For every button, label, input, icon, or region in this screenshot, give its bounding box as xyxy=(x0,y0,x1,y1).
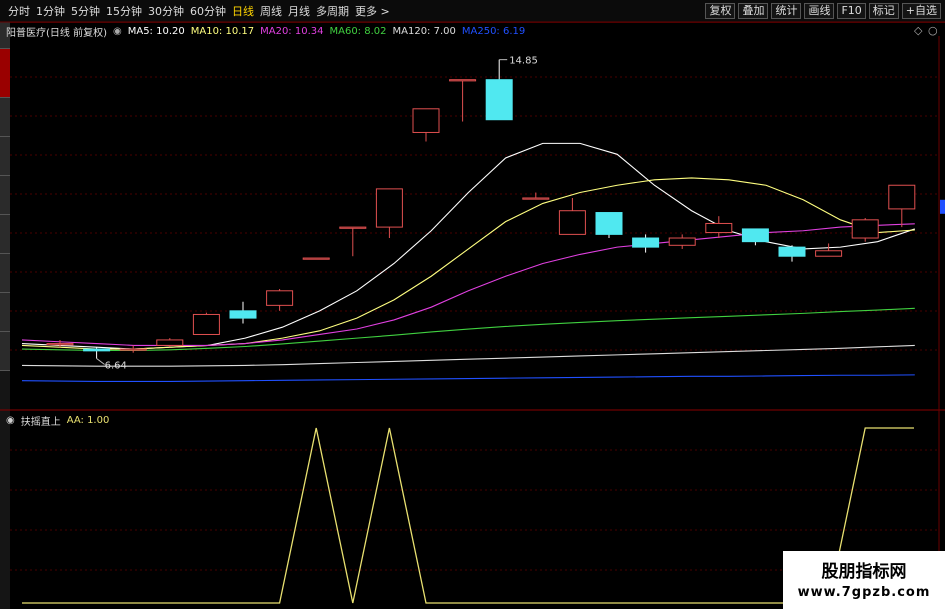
stock-title: 阳普医疗(日线 前复权) xyxy=(6,28,107,39)
circle-icon[interactable]: ○ xyxy=(928,24,938,37)
candle-body xyxy=(558,210,586,235)
candle-body xyxy=(339,226,367,229)
watermark: 股朋指标网 www.7gpzb.com xyxy=(783,551,945,609)
settings-icon[interactable]: ◉ xyxy=(6,415,15,426)
candle-body xyxy=(888,184,916,210)
low-label: 6.64 xyxy=(105,361,127,372)
watermark-url: www.7gpzb.com xyxy=(797,585,931,600)
candle-body xyxy=(156,339,184,346)
candle-body xyxy=(815,250,843,257)
ma-line-ma60 xyxy=(21,307,915,352)
ma-label: MA20: 10.34 xyxy=(260,26,324,37)
ma-line-ma250 xyxy=(21,374,915,382)
ma-label: MA10: 10.17 xyxy=(190,26,255,37)
candle-body xyxy=(192,313,220,335)
ma-line-ma10 xyxy=(21,177,915,350)
candle-body xyxy=(705,222,733,234)
indicator-panel-info: ◉ 扶摇直上 AA: 1.00 xyxy=(6,413,109,428)
candle-body xyxy=(266,290,294,306)
candle-body xyxy=(302,257,330,260)
ma-label: MA120: 7.00 xyxy=(392,26,456,37)
ma-line-ma120 xyxy=(21,344,915,367)
price-tag xyxy=(940,199,945,214)
candle-body xyxy=(119,348,147,351)
candle-body xyxy=(632,237,660,248)
indicator-aa-line xyxy=(22,427,914,604)
low-marker xyxy=(96,358,105,365)
ma-label: MA60: 8.02 xyxy=(329,26,387,37)
kline-chart[interactable]: 14.85 6.64 xyxy=(0,0,945,609)
candle-body xyxy=(485,79,513,121)
candle-body xyxy=(595,212,623,235)
price-panel-info: 阳普医疗(日线 前复权) ◉ MA5: 10.20 MA10: 10.17 MA20… xyxy=(6,24,525,39)
ma-line-ma5 xyxy=(21,142,915,350)
diamond-icon[interactable]: ◇ xyxy=(914,24,922,37)
indicator-value: AA: 1.00 xyxy=(66,415,110,426)
candle-body xyxy=(46,343,74,346)
candle-body xyxy=(83,348,111,352)
ma-label: MA250: 6.19 xyxy=(461,26,526,37)
settings-icon[interactable]: ◉ xyxy=(113,26,122,37)
candle-body xyxy=(668,237,696,246)
candle-body xyxy=(778,246,806,257)
candle-body xyxy=(375,188,403,228)
candle-body xyxy=(851,219,879,239)
high-label: 14.85 xyxy=(509,56,538,67)
candle-body xyxy=(229,310,257,319)
candle-body xyxy=(412,108,440,133)
ma-legend: MA5: 10.20 MA10: 10.17 MA20: 10.34 MA60: 8.… xyxy=(128,26,526,37)
candle-body xyxy=(522,197,550,200)
candle-body xyxy=(449,79,477,82)
candle-body xyxy=(741,228,769,243)
ma-line-ma20 xyxy=(21,223,915,346)
indicator-title: 扶摇直上 xyxy=(20,417,61,428)
watermark-title: 股朋指标网 xyxy=(821,562,907,582)
ma-label: MA5: 10.20 xyxy=(127,26,185,37)
